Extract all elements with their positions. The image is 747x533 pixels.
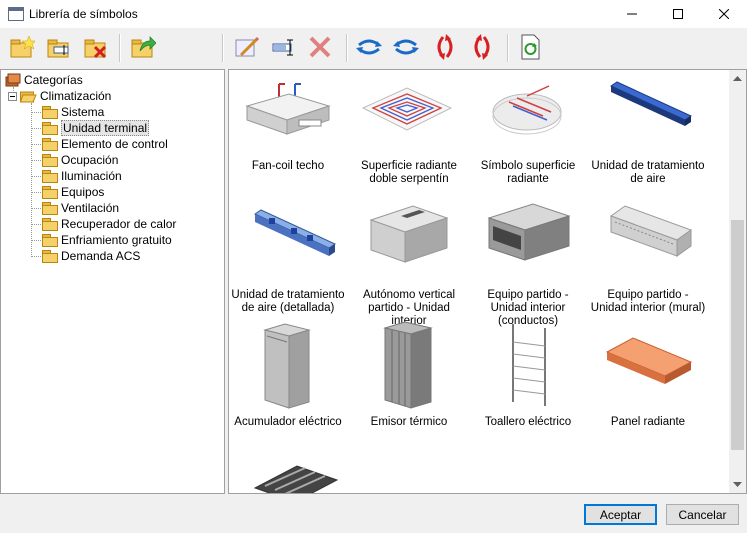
equipo-partido-mural-icon[interactable] (605, 200, 695, 263)
vertical-scrollbar[interactable] (729, 70, 746, 493)
toolbar-separator (507, 34, 509, 62)
folder-icon (42, 218, 58, 231)
close-button[interactable] (701, 0, 747, 28)
tree-item-enfriamiento-gratuito[interactable]: Enfriamiento gratuito (42, 232, 172, 248)
tree-item-label: Elemento de control (61, 137, 168, 151)
folder-icon (42, 154, 58, 167)
tree-item-elemento-de-control[interactable]: Elemento de control (42, 136, 168, 152)
window-title: Librería de símbolos (29, 7, 138, 21)
symbol-label[interactable]: Unidad de tratamiento de aire (589, 160, 707, 186)
minimize-button[interactable] (609, 0, 655, 28)
rotate-vertical-icon[interactable] (430, 32, 460, 62)
tree-item-label: Ventilación (61, 201, 120, 215)
new-folder-icon[interactable] (7, 32, 37, 62)
tree-item-equipos[interactable]: Equipos (42, 184, 104, 200)
refresh-document-icon[interactable] (515, 32, 545, 62)
symbol-label[interactable]: Emisor térmico (350, 416, 468, 429)
import-icon[interactable] (128, 32, 158, 62)
title-bar: Librería de símbolos (0, 0, 747, 28)
rename-folder-icon[interactable] (44, 32, 74, 62)
fan-coil-techo-icon[interactable] (243, 76, 333, 149)
categories-icon (5, 73, 21, 87)
tree-item-sistema[interactable]: Sistema (42, 104, 104, 120)
symbol-label[interactable]: Símbolo superficie radiante (469, 160, 587, 186)
toolbar (0, 28, 747, 68)
tree-item-label: Unidad terminal (61, 120, 150, 136)
tree-item-unidad-terminal[interactable]: Unidad terminal (42, 120, 150, 136)
rejilla-icon[interactable] (251, 462, 341, 493)
category-tree[interactable]: Categorías Climatización Sistema Unidad … (0, 69, 225, 494)
rename-symbol-icon[interactable] (268, 32, 298, 62)
symbol-label[interactable]: Superficie radiante doble serpentín (350, 160, 468, 186)
scroll-up-icon[interactable] (729, 72, 746, 86)
equipo-partido-conductos-icon[interactable] (483, 200, 573, 273)
tree-item-label: Demanda ACS (61, 249, 141, 263)
tree-root-label: Categorías (24, 73, 83, 87)
folder-icon (42, 186, 58, 199)
unidad-de-tratamiento-de-aire-detallada-icon[interactable] (249, 204, 341, 267)
open-folder-icon (20, 91, 37, 102)
tree-group-label: Climatización (40, 89, 112, 103)
tree-item-demanda-acs[interactable]: Demanda ACS (42, 248, 140, 264)
panel-radiante-icon[interactable] (603, 332, 695, 395)
acumulador-electrico-icon[interactable] (259, 320, 319, 415)
folder-icon (42, 138, 58, 151)
toolbar-separator (119, 34, 121, 62)
rotate-vertical-reverse-icon[interactable] (467, 32, 497, 62)
autonomo-vertical-partido-icon[interactable] (363, 200, 453, 273)
edit-symbol-icon[interactable] (231, 32, 261, 62)
collapse-icon[interactable] (8, 91, 17, 101)
symbol-label[interactable]: Panel radiante (589, 416, 707, 429)
tree-item-label: Equipos (61, 185, 105, 199)
folder-icon (42, 170, 58, 183)
toallero-electrico-icon[interactable] (507, 320, 551, 415)
delete-folder-icon[interactable] (81, 32, 111, 62)
tree-item-label: Recuperador de calor (61, 217, 177, 231)
symbol-label[interactable]: Fan-coil techo (229, 160, 347, 173)
delete-symbol-icon[interactable] (305, 32, 335, 62)
folder-icon (42, 122, 58, 135)
folder-icon (42, 250, 58, 263)
accept-button[interactable]: Aceptar (584, 504, 657, 525)
toolbar-separator (222, 34, 224, 62)
simbolo-superficie-radiante-icon[interactable] (487, 76, 567, 149)
tree-item-label: Enfriamiento gratuito (61, 233, 172, 247)
symbol-label[interactable]: Unidad de tratamiento de aire (detallada… (229, 289, 347, 315)
emisor-termico-icon[interactable] (379, 320, 439, 415)
rotate-horizontal-reverse-icon[interactable] (391, 32, 421, 62)
superficie-radiante-doble-serpentin-icon[interactable] (359, 76, 455, 149)
tree-item-label: Ocupación (61, 153, 119, 167)
symbol-grid[interactable]: Fan-coil techo Superficie radiante doble… (228, 69, 747, 494)
tree-item-ventilacion[interactable]: Ventilación (42, 200, 119, 216)
tree-item-ocupacion[interactable]: Ocupación (42, 152, 118, 168)
scrollbar-thumb[interactable] (731, 220, 744, 450)
folder-icon (42, 106, 58, 119)
rotate-horizontal-icon[interactable] (354, 32, 384, 62)
folder-icon (42, 234, 58, 247)
tree-item-recuperador-de-calor[interactable]: Recuperador de calor (42, 216, 176, 232)
symbol-label[interactable]: Equipo partido - Unidad interior (mural) (589, 289, 707, 315)
tree-item-iluminacion[interactable]: Iluminación (42, 168, 122, 184)
unidad-de-tratamiento-de-aire-icon[interactable] (603, 76, 695, 139)
symbol-label[interactable]: Toallero eléctrico (469, 416, 587, 429)
cancel-button[interactable]: Cancelar (666, 504, 739, 525)
app-icon (8, 7, 24, 21)
tree-item-label: Sistema (61, 105, 105, 119)
folder-icon (42, 202, 58, 215)
tree-root[interactable]: Categorías (5, 72, 83, 88)
symbol-label[interactable]: Acumulador eléctrico (229, 416, 347, 429)
maximize-button[interactable] (655, 0, 701, 28)
scroll-down-icon[interactable] (729, 477, 746, 491)
toolbar-separator (346, 34, 348, 62)
tree-group-climatizacion[interactable]: Climatización (8, 88, 111, 104)
tree-item-label: Iluminación (61, 169, 122, 183)
